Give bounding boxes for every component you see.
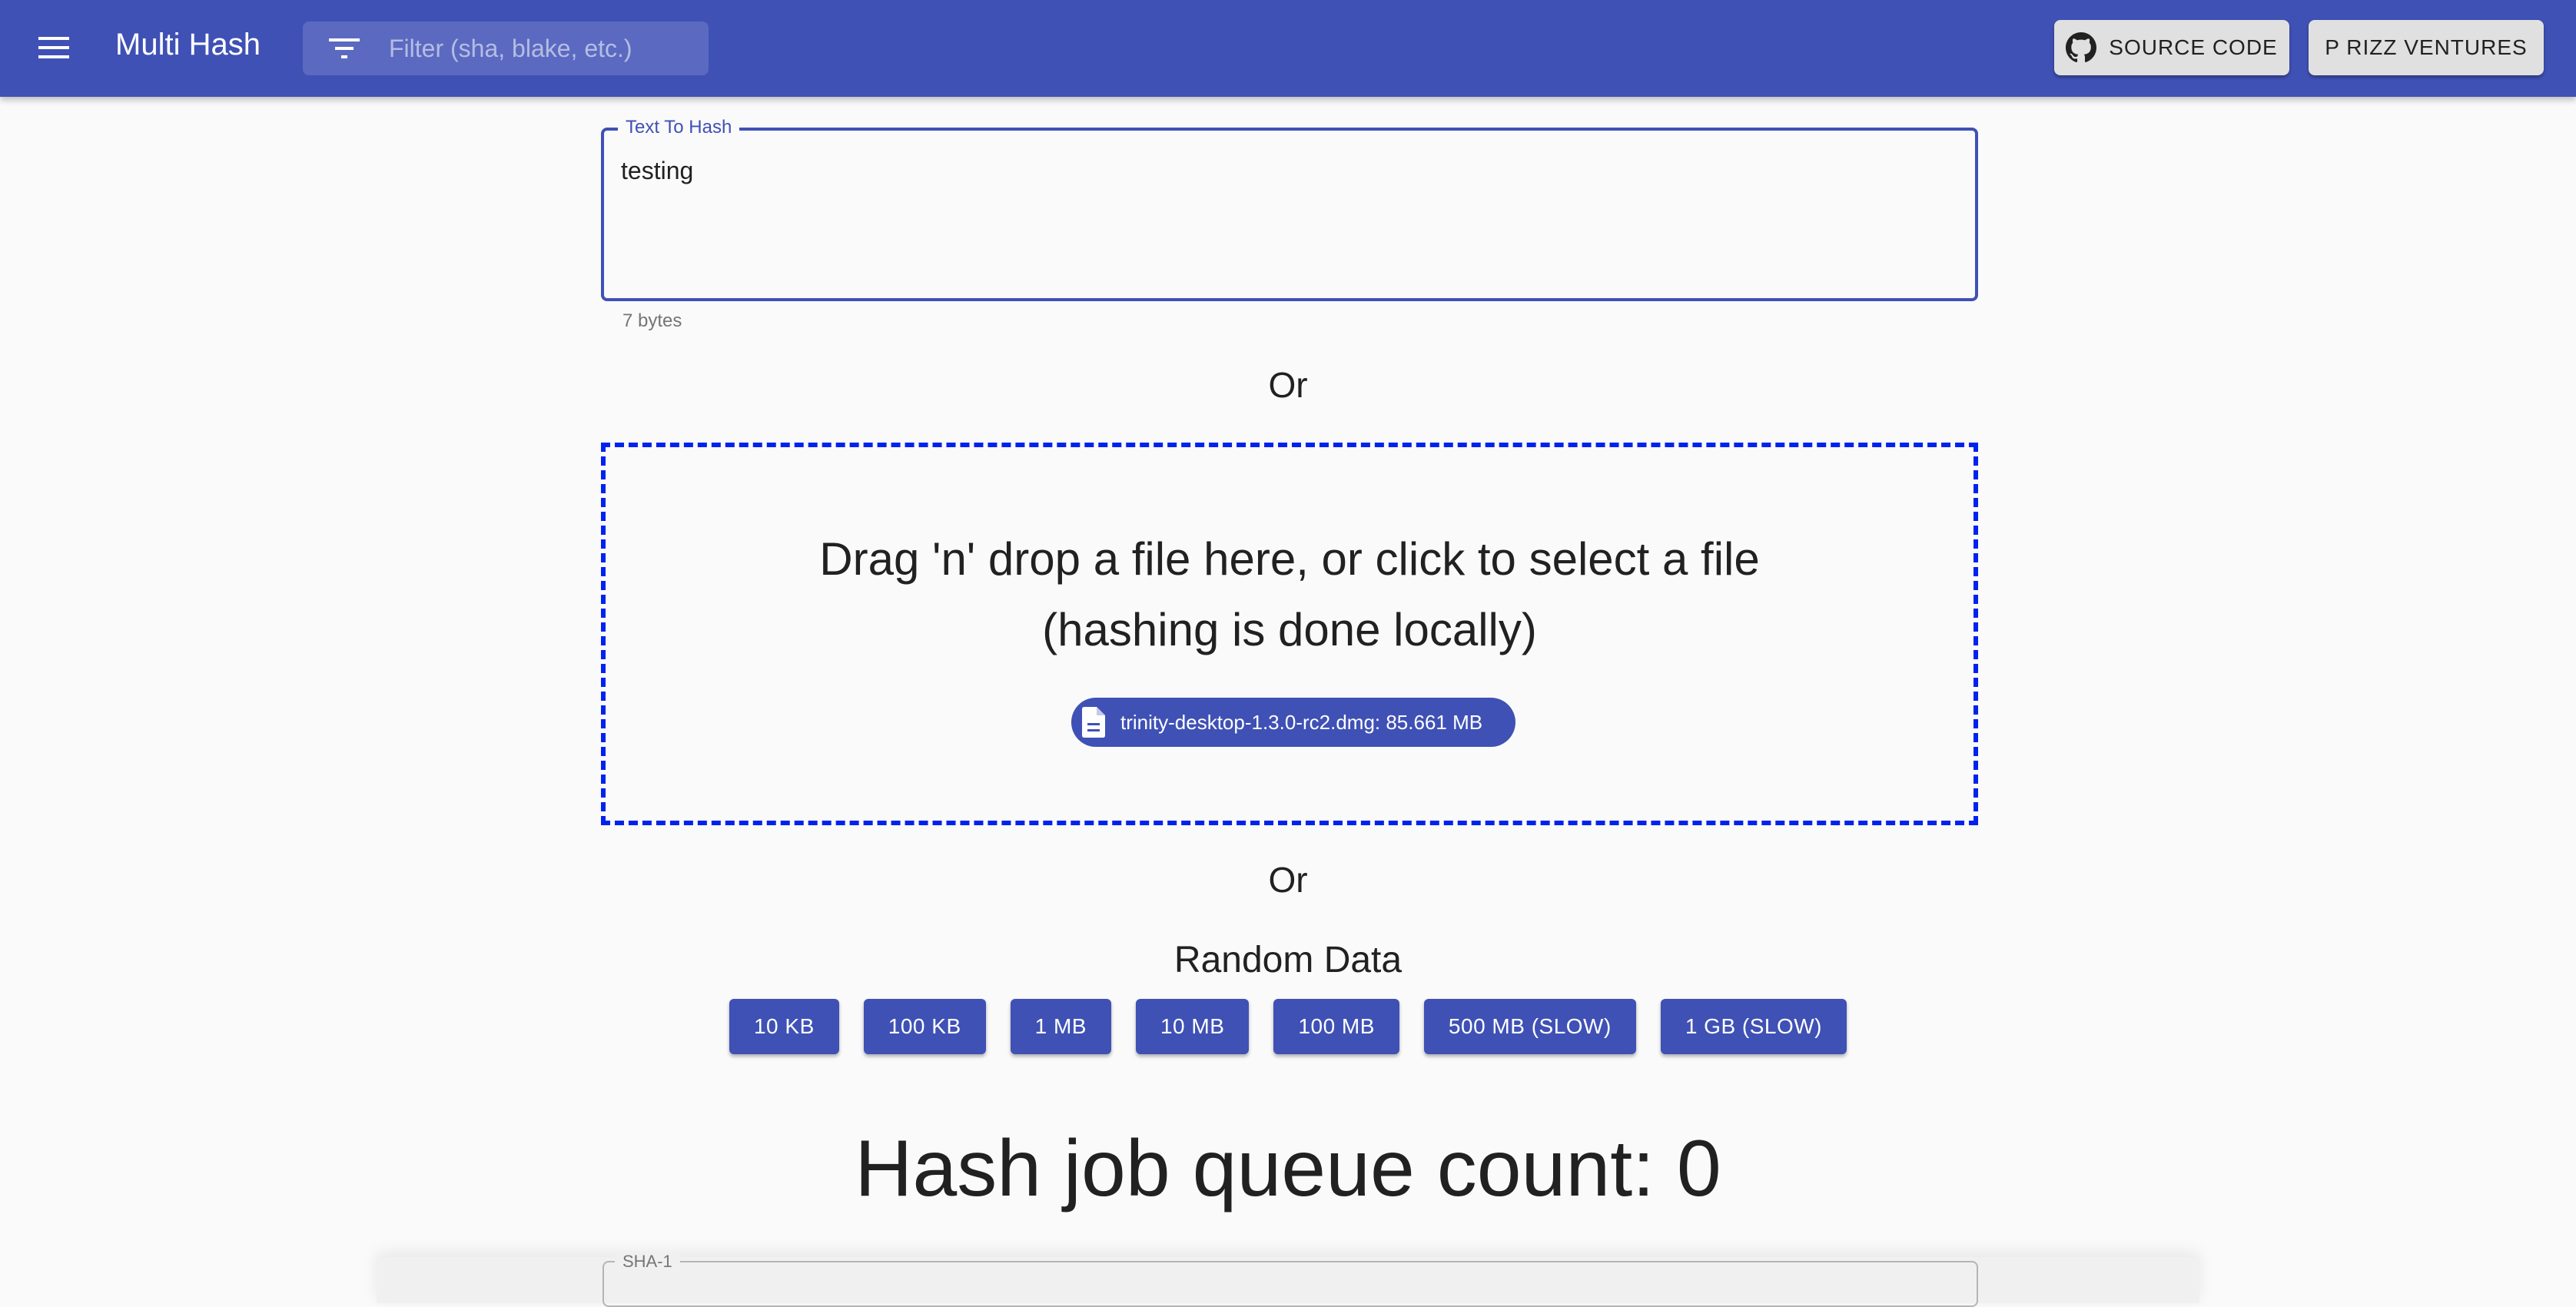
app-title: Multi Hash — [115, 28, 261, 61]
random-1mb-button[interactable]: 1 MB — [1010, 999, 1111, 1054]
sha1-result-field[interactable]: SHA-1 — [603, 1252, 1978, 1307]
github-icon — [2066, 32, 2097, 63]
file-dropzone[interactable]: Drag 'n' drop a file here, or click to s… — [601, 443, 1978, 825]
selected-file-chip[interactable]: trinity-desktop-1.3.0-rc2.dmg: 85.661 MB — [1071, 698, 1515, 747]
hash-queue-count: Hash job queue count: 0 — [855, 1124, 1721, 1213]
dropzone-instruction: Drag 'n' drop a file here, or click to s… — [819, 533, 1760, 585]
random-100mb-button[interactable]: 100 MB — [1273, 999, 1399, 1054]
random-10kb-button[interactable]: 10 KB — [729, 999, 839, 1054]
random-10mb-button[interactable]: 10 MB — [1135, 999, 1250, 1054]
random-data-buttons: 10 KB 100 KB 1 MB 10 MB 100 MB 500 MB (S… — [0, 999, 2576, 1054]
filter-search-box[interactable] — [303, 22, 709, 75]
filter-input[interactable] — [389, 22, 696, 75]
p-rizz-ventures-label: P RIZZ VENTURES — [2325, 35, 2528, 59]
p-rizz-ventures-button[interactable]: P RIZZ VENTURES — [2309, 20, 2544, 75]
or-separator: Or — [1268, 365, 1308, 405]
byte-count-helper: 7 bytes — [622, 310, 682, 331]
text-to-hash-input[interactable]: testing — [621, 157, 1958, 287]
filter-list-icon — [329, 38, 360, 58]
text-to-hash-field: Text To Hash testing — [601, 117, 1978, 301]
source-code-label: SOURCE CODE — [2109, 35, 2278, 59]
source-code-button[interactable]: SOURCE CODE — [2054, 20, 2289, 75]
file-icon — [1082, 707, 1105, 738]
sha1-label: SHA-1 — [615, 1252, 680, 1272]
random-100kb-button[interactable]: 100 KB — [863, 999, 986, 1054]
text-to-hash-label: Text To Hash — [618, 117, 740, 138]
app-bar: Multi Hash SOURCE CODE P RIZZ VENTURES — [0, 0, 2576, 97]
menu-button[interactable] — [32, 26, 75, 69]
random-500mb-button[interactable]: 500 MB (SLOW) — [1423, 999, 1636, 1054]
menu-icon — [38, 37, 69, 58]
random-data-title: Random Data — [1173, 940, 1403, 980]
selected-file-label: trinity-desktop-1.3.0-rc2.dmg: 85.661 MB — [1120, 710, 1483, 734]
or-separator: Or — [1268, 860, 1308, 900]
random-1gb-button[interactable]: 1 GB (SLOW) — [1660, 999, 1847, 1054]
dropzone-note: (hashing is done locally) — [1042, 604, 1537, 655]
